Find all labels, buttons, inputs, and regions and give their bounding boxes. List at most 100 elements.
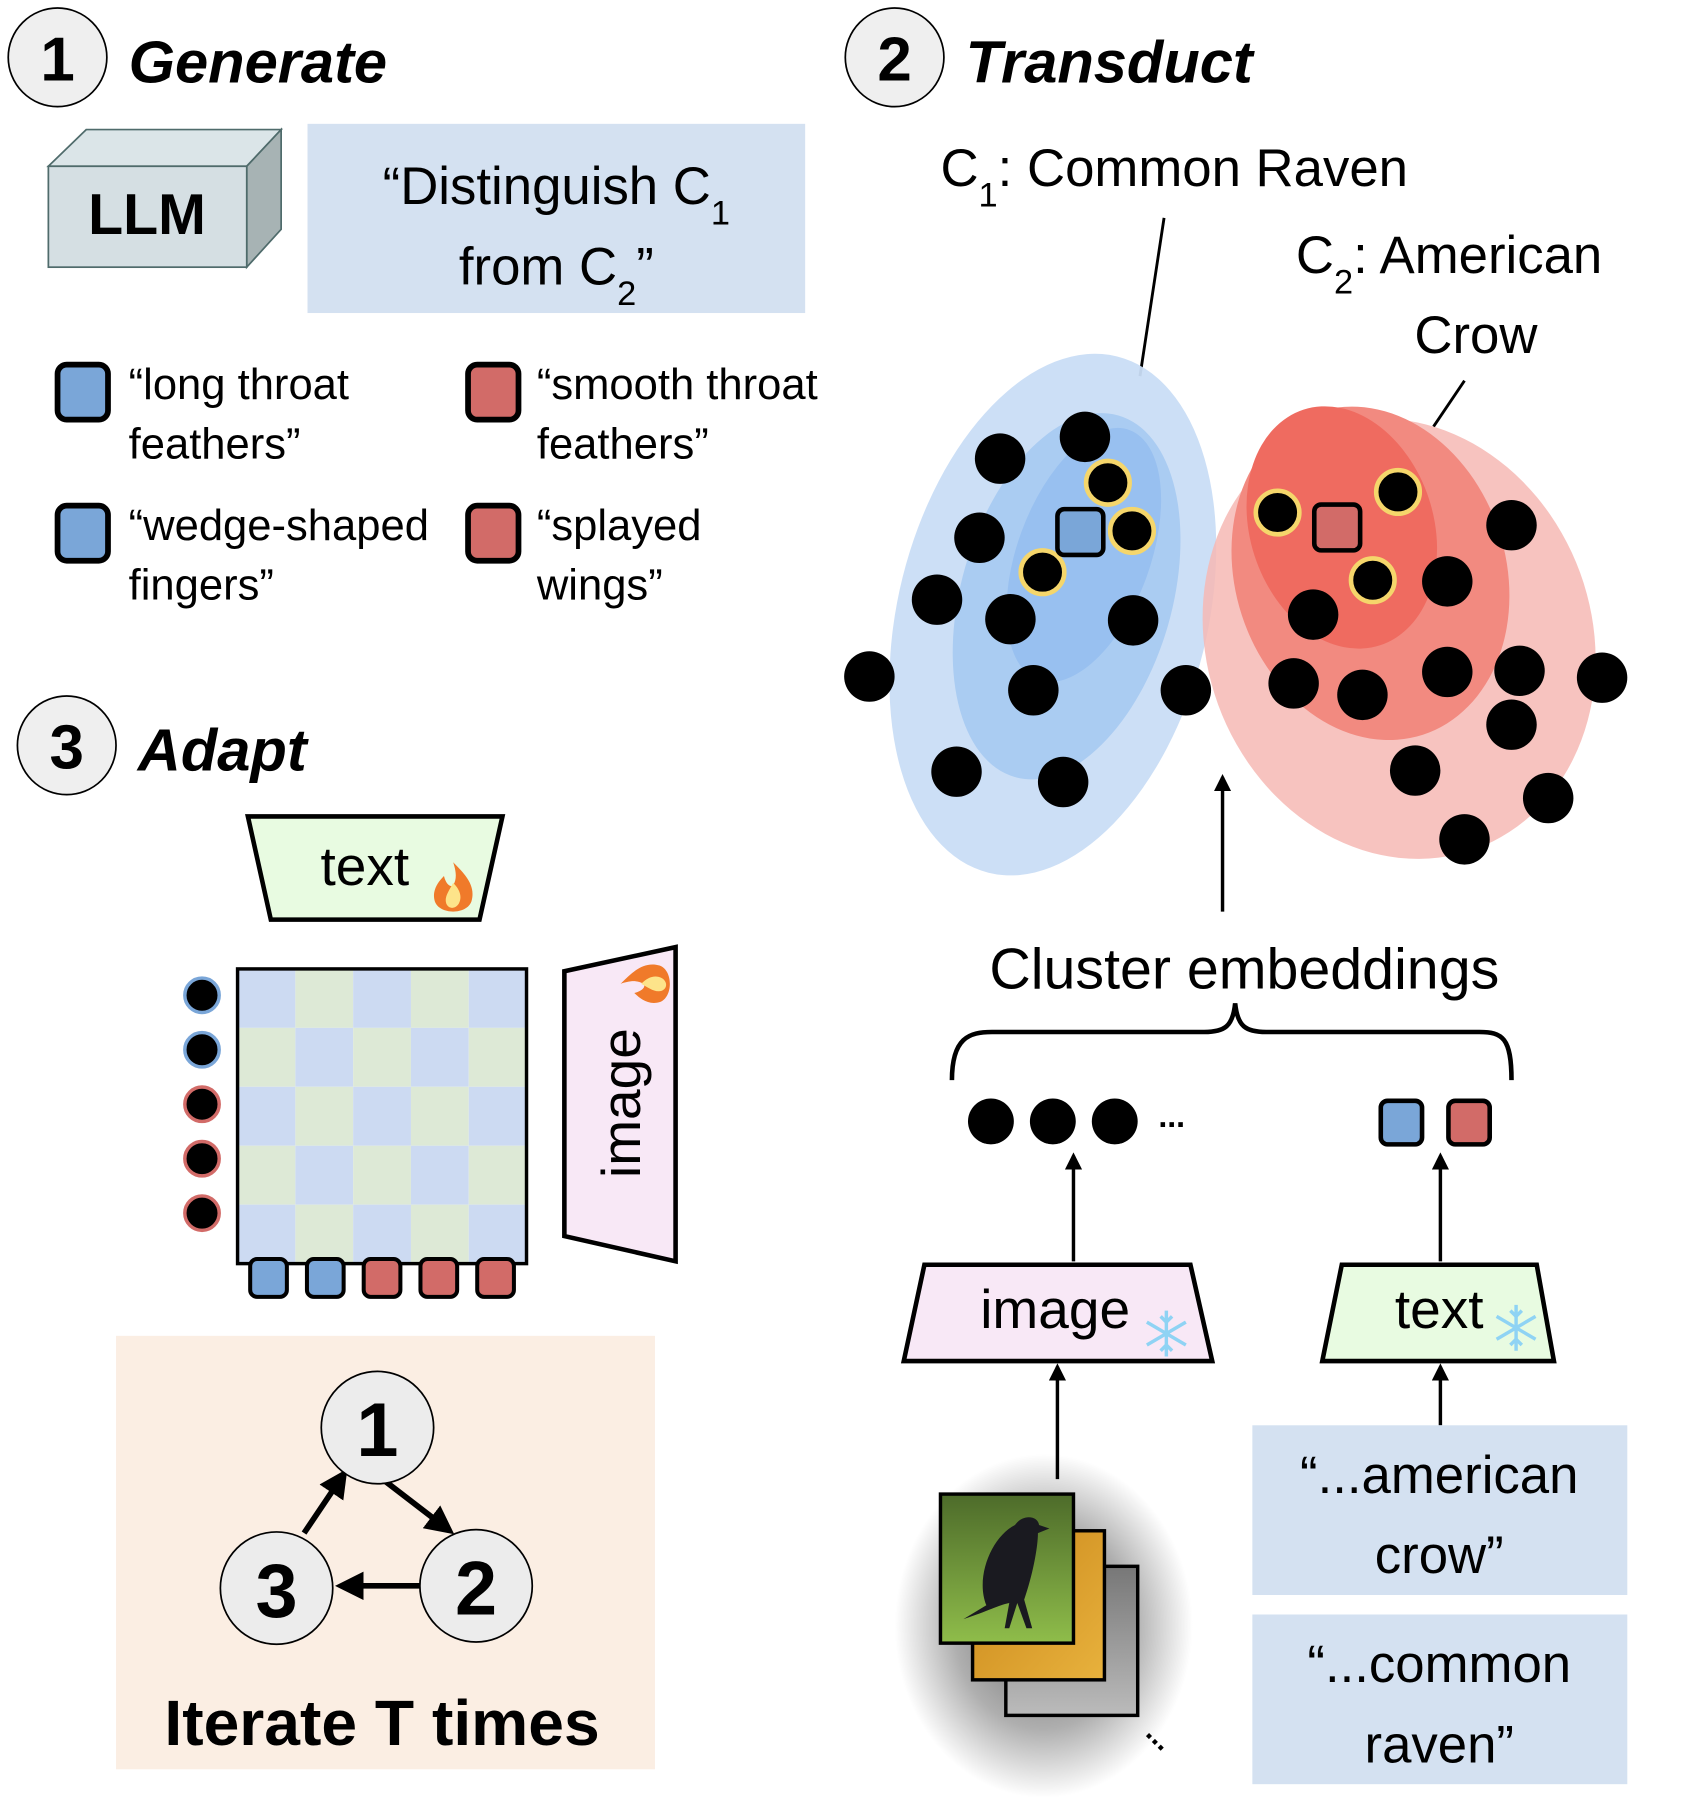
image-embedding-point [1494, 645, 1545, 697]
iterate-node: 2 [419, 1528, 534, 1643]
svg-text:3: 3 [256, 1549, 298, 1634]
similarity-cell [410, 968, 469, 1028]
image-embedding-point [1008, 665, 1059, 716]
svg-text:crow”: crow” [1375, 1526, 1504, 1585]
transduct-section: 2 Transduct C1: Common Raven C2: America… [844, 7, 1628, 1798]
step-title: Adapt [136, 717, 309, 784]
text-prompt: “...common raven” [1252, 1614, 1628, 1785]
svg-text:“...american: “...american [1300, 1446, 1578, 1505]
image-embedding-point [1439, 814, 1490, 865]
svg-text:“long throat: “long throat [129, 361, 349, 409]
svg-text:text: text [1395, 1278, 1484, 1340]
generate-section: 1 Generate LLM “Distinguish C1 from C2” … [7, 7, 818, 610]
c1-square-icon [54, 361, 111, 423]
step-1-badge: 1 [7, 7, 108, 108]
image-embedding-point [1486, 499, 1537, 551]
text-embedding-square [304, 1257, 346, 1299]
similarity-cell [237, 1086, 296, 1146]
similarity-cell [353, 1027, 411, 1087]
cluster-embeddings-label: Cluster embeddings [989, 937, 1499, 1001]
frozen-text-encoder: text [1319, 1262, 1557, 1364]
svg-text:image: image [980, 1278, 1130, 1340]
step-title: Transduct [966, 29, 1255, 96]
similarity-cell [410, 1204, 469, 1264]
image-embedding-point [1576, 652, 1628, 703]
svg-text:feathers”: feathers” [129, 421, 301, 469]
prompt-line1: “Distinguish C [383, 157, 711, 216]
c1-text-embedding [1378, 1098, 1425, 1147]
svg-text:“splayed: “splayed [537, 502, 702, 550]
svg-text:fingers”: fingers” [129, 562, 274, 610]
curly-brace [949, 1003, 1514, 1081]
c2-square-icon [465, 502, 522, 564]
image-embedding-point [1160, 665, 1212, 716]
image-embedding-point [954, 512, 1005, 564]
similarity-cell [410, 1145, 469, 1205]
similarity-cell [295, 1086, 354, 1146]
similarity-cell [237, 1204, 296, 1264]
text-embedding-square [418, 1257, 460, 1299]
similarity-cell [295, 1145, 354, 1205]
svg-text:text: text [321, 835, 410, 897]
similarity-cell [295, 1204, 354, 1264]
image-embedding-point [1337, 669, 1388, 721]
svg-text:“...common: “...common [1307, 1635, 1571, 1694]
image-embedding-point [1522, 772, 1574, 824]
image-embedding-point [1107, 595, 1159, 646]
frozen-image-encoder: image [900, 1262, 1216, 1364]
attribute-item: “splayed wings” [465, 502, 702, 610]
similarity-cell [237, 968, 296, 1028]
attribute-item: “long throat feathers” [54, 361, 349, 469]
image-embedding-point [1486, 699, 1537, 750]
similarity-cell [468, 968, 527, 1028]
c1-leader-line [1138, 217, 1166, 377]
image-embedding-point [974, 433, 1026, 484]
step-3-badge: 3 [16, 695, 117, 796]
similarity-cell [353, 1204, 411, 1264]
text-embedding-square [248, 1257, 289, 1299]
image-embedding-dot [183, 1194, 221, 1233]
text-embedding-square [475, 1257, 516, 1299]
similarity-cell [468, 1086, 527, 1146]
image-embedding-dot [1091, 1098, 1138, 1145]
iterate-node: 1 [320, 1370, 435, 1485]
svg-text:“smooth throat: “smooth throat [537, 361, 818, 409]
svg-text:“wedge-shaped: “wedge-shaped [129, 502, 429, 550]
llm-label: LLM [88, 183, 206, 247]
similarity-cell [468, 1027, 527, 1087]
ellipsis: ... [1158, 1098, 1185, 1134]
c2-text-centroid [1311, 502, 1363, 553]
similarity-cell [468, 1204, 527, 1264]
similarity-cell [410, 1086, 469, 1146]
image-embedding-point [1389, 745, 1441, 796]
similarity-cell [237, 1145, 296, 1205]
llm-block: LLM [46, 127, 284, 270]
iterate-label: Iterate T times [164, 1687, 599, 1759]
prompt-sub2: 2 [617, 275, 636, 313]
svg-text:raven”: raven” [1365, 1715, 1514, 1774]
prompt-box: “Distinguish C1 from C2” [307, 123, 806, 314]
image-embedding-point [931, 746, 982, 797]
similarity-cell [353, 968, 411, 1028]
step-number: 2 [877, 25, 911, 94]
image-embeddings-row: ... [967, 1098, 1185, 1145]
selected-image-embedding [1373, 467, 1423, 516]
image-embedding-point [1037, 756, 1089, 808]
image-embedding-dot [183, 976, 221, 1015]
image-embedding-dot [183, 1085, 221, 1124]
svg-text:2: 2 [455, 1546, 497, 1631]
attribute-item: “wedge-shaped fingers” [54, 502, 429, 610]
text-embeddings-row [1378, 1098, 1493, 1147]
step-number: 3 [49, 713, 83, 782]
step-title: Generate [129, 29, 387, 96]
c2-square-icon [465, 361, 522, 423]
c1-square-icon [54, 502, 111, 564]
prompt-sub1: 1 [711, 195, 730, 233]
selected-image-embedding [1107, 506, 1157, 555]
bird-photo [938, 1492, 1076, 1645]
image-embedding-dots [183, 976, 221, 1233]
similarity-cell [353, 1145, 411, 1205]
similarity-cell [410, 1027, 469, 1087]
similarity-matrix [235, 967, 529, 1266]
c2-class-label: C2: American [1296, 226, 1602, 302]
